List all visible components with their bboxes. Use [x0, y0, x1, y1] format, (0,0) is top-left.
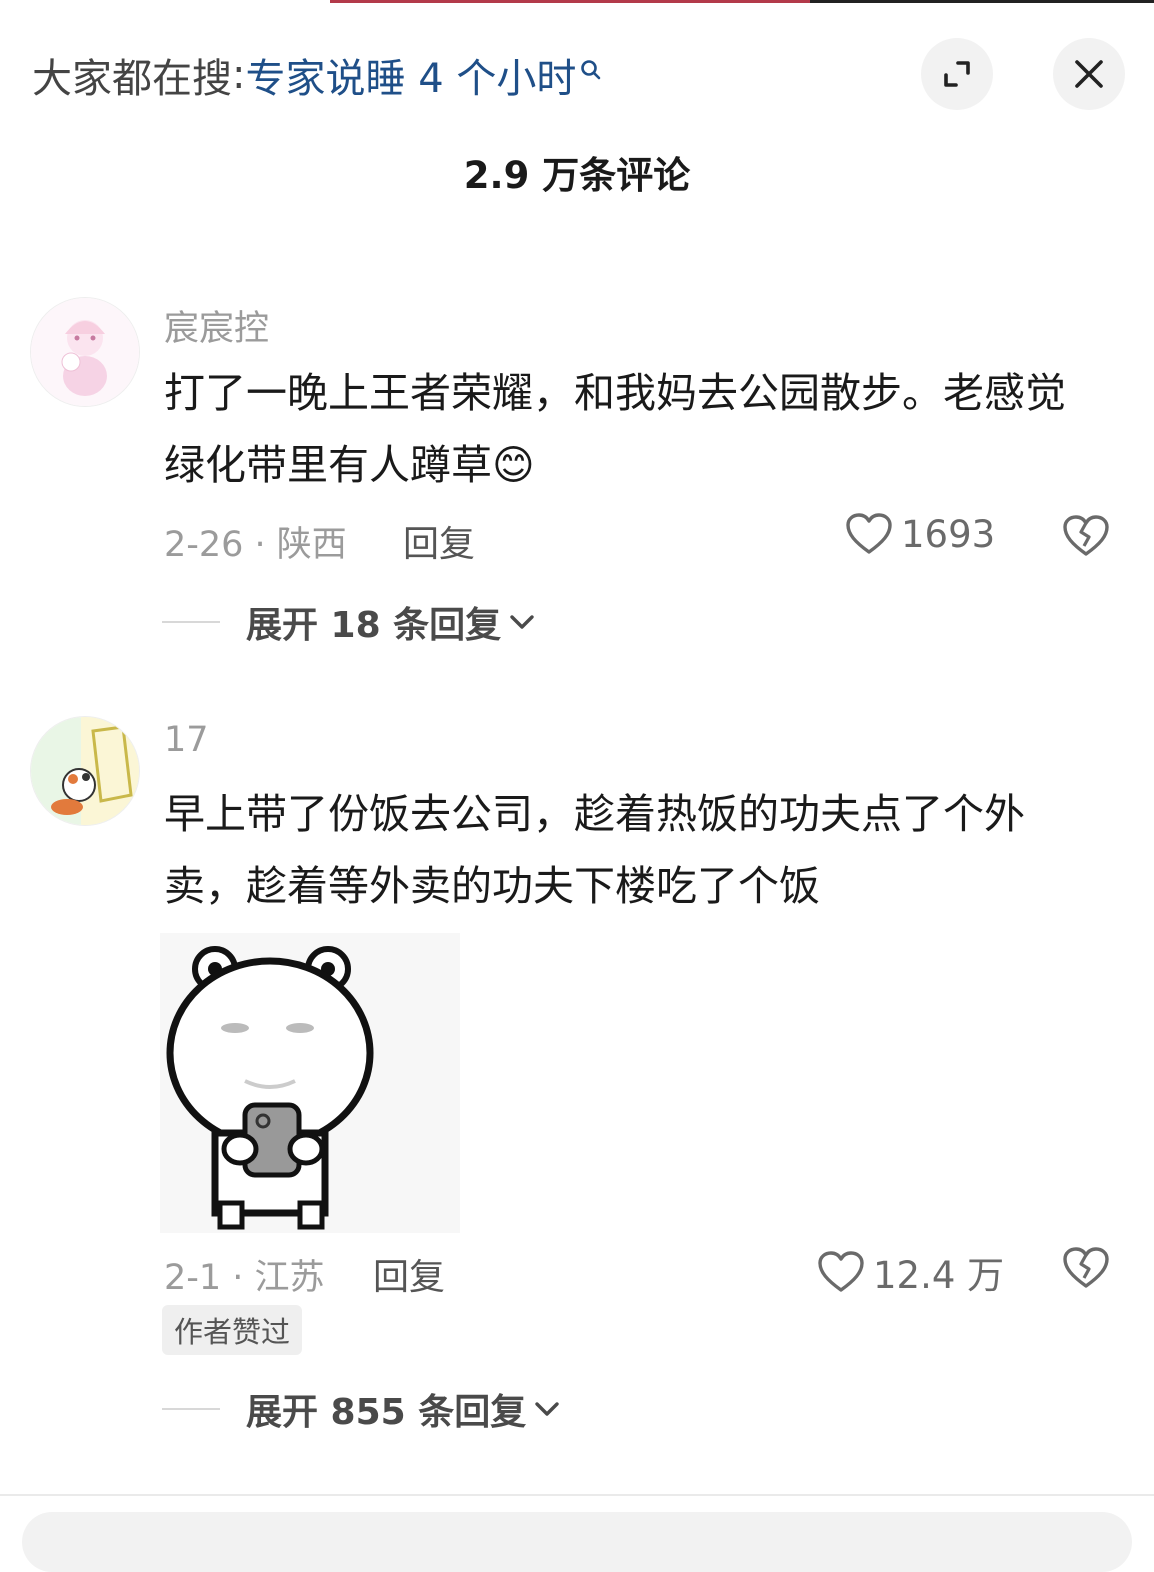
heart-icon [818, 1251, 864, 1292]
avatar[interactable] [30, 716, 140, 826]
comment-text: 早上带了份饭去公司，趁着热饭的功夫点了个外卖，趁着等外卖的功夫下楼吃了个饭 [164, 790, 1025, 910]
chevron-down-icon [535, 1402, 559, 1416]
like-button[interactable]: 1693 [845, 512, 995, 556]
avatar[interactable] [30, 297, 140, 407]
search-term-link[interactable]: 专家说睡 4 个小时 [245, 46, 576, 104]
comments-count-title: 2.9 万条评论 [463, 154, 691, 197]
avatar-image [31, 717, 139, 825]
reply-button[interactable]: 回复 [373, 1248, 445, 1300]
expand-replies-label: 展开 855 条回复 [246, 1392, 527, 1433]
divider-line [162, 621, 220, 623]
comment-text: 打了一晚上王者荣耀，和我妈去公园散步。老感觉绿化带里有人蹲草😊 [164, 369, 1066, 489]
heart-icon [846, 513, 892, 554]
expand-replies-label: 展开 18 条回复 [246, 605, 502, 646]
avatar-image [31, 298, 139, 406]
bottom-divider [0, 1494, 1154, 1496]
like-button[interactable]: 12.4 万 [817, 1245, 1004, 1299]
sticker-image[interactable] [160, 933, 460, 1233]
expand-replies-button[interactable]: 展开 855 条回复 [162, 1383, 562, 1435]
like-count: 1693 [901, 512, 996, 556]
search-prefix: 大家都在搜 [32, 56, 232, 102]
comment-input-bar[interactable] [22, 1512, 1132, 1572]
broken-heart-icon [1063, 515, 1109, 556]
reply-button[interactable]: 回复 [403, 515, 475, 567]
search-separator: : [232, 52, 246, 98]
expand-icon [944, 61, 970, 87]
dislike-button[interactable] [1062, 1246, 1110, 1294]
broken-heart-icon [1063, 1247, 1109, 1288]
dislike-button[interactable] [1062, 514, 1110, 562]
close-icon [1075, 60, 1103, 88]
expand-replies-button[interactable]: 展开 18 条回复 [162, 596, 537, 648]
author-liked-badge: 作者赞过 [162, 1305, 303, 1355]
comment-username[interactable]: 宸宸控 [164, 300, 269, 351]
comment-date-location: 2-1 · 江苏 [164, 1258, 325, 1298]
chevron-down-icon [510, 615, 534, 629]
close-button[interactable] [1053, 38, 1125, 110]
comment-username[interactable]: 17 [164, 720, 209, 760]
bear-sticker [160, 933, 460, 1233]
divider-line [162, 1408, 220, 1410]
comment-date-location: 2-26 · 陕西 [164, 525, 347, 565]
search-suggestion[interactable]: 大家都在搜 : 专家说睡 4 个小时 [32, 50, 604, 102]
search-icon [578, 57, 604, 93]
expand-button[interactable] [921, 38, 993, 110]
like-count: 12.4 万 [873, 1254, 1005, 1297]
